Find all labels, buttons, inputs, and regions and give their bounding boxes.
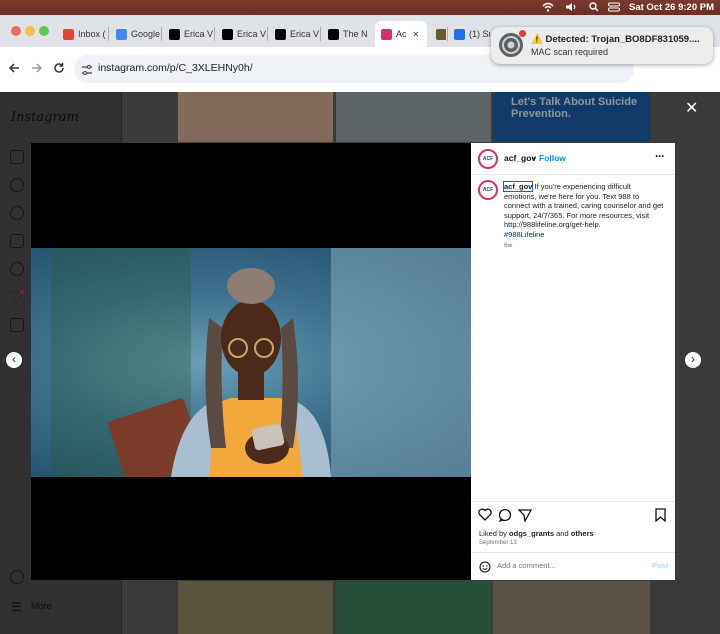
tab-label: The N xyxy=(343,29,368,39)
browser-tab[interactable] xyxy=(430,21,446,47)
liked-by-prefix: Liked by xyxy=(479,529,510,538)
browser-tab[interactable]: Erica V xyxy=(216,21,266,47)
instagram-page: Instagram ♡ ☰ More Let's Talk About Suic… xyxy=(0,92,720,634)
tab-label: Google xyxy=(131,29,160,39)
post-username[interactable]: acf_gov xyxy=(504,153,536,163)
browser-tab[interactable]: Ac ✕ xyxy=(375,21,427,47)
control-center-icon[interactable] xyxy=(608,2,620,13)
tab-separator xyxy=(108,27,109,41)
save-bookmark-icon[interactable] xyxy=(655,508,666,527)
share-icon[interactable] xyxy=(517,508,533,527)
x-icon xyxy=(275,28,286,40)
close-modal-icon[interactable]: ✕ xyxy=(685,98,698,118)
close-tab-icon[interactable]: ✕ xyxy=(413,30,420,39)
browser-tab[interactable]: Erica V xyxy=(163,21,213,47)
next-post-button[interactable]: › xyxy=(685,352,701,368)
x-icon xyxy=(169,28,180,40)
wifi-icon[interactable] xyxy=(542,2,554,13)
tab-label: Ac xyxy=(396,29,407,39)
tab-label: Inbox ( xyxy=(78,29,106,39)
post-date: September 13 xyxy=(479,540,517,546)
browser-tab[interactable]: The N xyxy=(322,21,372,47)
liked-by-suffix: and xyxy=(554,529,571,538)
tab-separator xyxy=(214,27,215,41)
notification-title: ⚠️ Detected: Trojan_BO8DF831059.... xyxy=(531,34,700,45)
system-settings-icon xyxy=(499,33,523,57)
site-icon xyxy=(454,28,465,40)
browser-tab[interactable]: Google xyxy=(110,21,160,47)
tab-label: Erica V xyxy=(237,29,266,39)
follow-button[interactable]: Follow xyxy=(539,153,566,163)
zoom-window-button[interactable] xyxy=(39,26,49,36)
post-media[interactable] xyxy=(31,143,471,580)
tab-label: Erica V xyxy=(290,29,319,39)
macos-menubar: Sat Oct 26 9:20 PM xyxy=(0,0,720,15)
url-text[interactable]: instagram.com/p/C_3XLEHNy0h/ xyxy=(98,62,253,74)
like-heart-icon[interactable] xyxy=(478,508,492,526)
post-age[interactable]: 6w xyxy=(504,241,664,251)
browser-tab[interactable]: (1) Sui xyxy=(448,21,490,47)
post-comment-button[interactable]: Post xyxy=(652,561,668,570)
google-docs-icon xyxy=(116,28,127,40)
tab-separator xyxy=(267,27,268,41)
browser-tab[interactable]: Inbox ( xyxy=(57,21,107,47)
reload-icon[interactable] xyxy=(53,61,65,79)
menubar-datetime[interactable]: Sat Oct 26 9:20 PM xyxy=(629,2,714,13)
emoji-icon[interactable] xyxy=(479,560,491,578)
minimize-window-button[interactable] xyxy=(25,26,35,36)
malware-notification[interactable]: ⚠️ Detected: Trojan_BO8DF831059.... MAC … xyxy=(491,27,713,64)
avatar-text: ACF xyxy=(482,156,494,162)
post-details-panel: ACF acf_gov • Follow ··· ACF acf_gov If … xyxy=(471,143,675,580)
notification-badge xyxy=(519,30,526,37)
instagram-icon xyxy=(381,28,392,40)
liked-by: Liked by odgs_grants and others xyxy=(479,529,594,538)
comment-input[interactable] xyxy=(497,557,647,573)
nyt-icon xyxy=(328,28,339,40)
tab-separator xyxy=(320,27,321,41)
tab-separator xyxy=(161,27,162,41)
dot-separator: • xyxy=(533,153,536,163)
site-icon xyxy=(436,28,446,40)
liked-by-others[interactable]: others xyxy=(571,529,594,538)
post-photo xyxy=(31,248,471,477)
site-settings-icon[interactable] xyxy=(81,63,93,81)
search-icon[interactable] xyxy=(589,2,599,13)
avatar-text: ACF xyxy=(482,187,494,193)
divider xyxy=(471,174,675,175)
back-arrow-icon[interactable] xyxy=(8,61,20,79)
volume-icon[interactable] xyxy=(565,2,578,13)
liked-by-user[interactable]: odgs_grants xyxy=(509,529,554,538)
notification-subtitle: MAC scan required xyxy=(531,47,609,57)
caption-avatar[interactable]: ACF xyxy=(478,180,498,200)
tab-label: Erica V xyxy=(184,29,213,39)
tab-label: (1) Sui xyxy=(469,29,490,39)
caption-username[interactable]: acf_gov xyxy=(502,181,534,192)
divider xyxy=(471,501,675,502)
comment-icon[interactable] xyxy=(498,508,512,527)
author-avatar[interactable]: ACF xyxy=(478,149,498,169)
post-caption: acf_gov If you're experiencing difficult… xyxy=(502,181,664,251)
divider xyxy=(471,552,675,553)
previous-post-button[interactable]: ‹ xyxy=(6,352,22,368)
more-options-icon[interactable]: ··· xyxy=(655,149,665,163)
forward-arrow-icon[interactable] xyxy=(31,61,43,79)
caption-hashtag[interactable]: #988Lifeline xyxy=(504,230,664,240)
close-window-button[interactable] xyxy=(11,26,21,36)
browser-tab[interactable]: Erica V xyxy=(269,21,319,47)
gmail-icon xyxy=(63,28,74,40)
x-icon xyxy=(222,28,233,40)
